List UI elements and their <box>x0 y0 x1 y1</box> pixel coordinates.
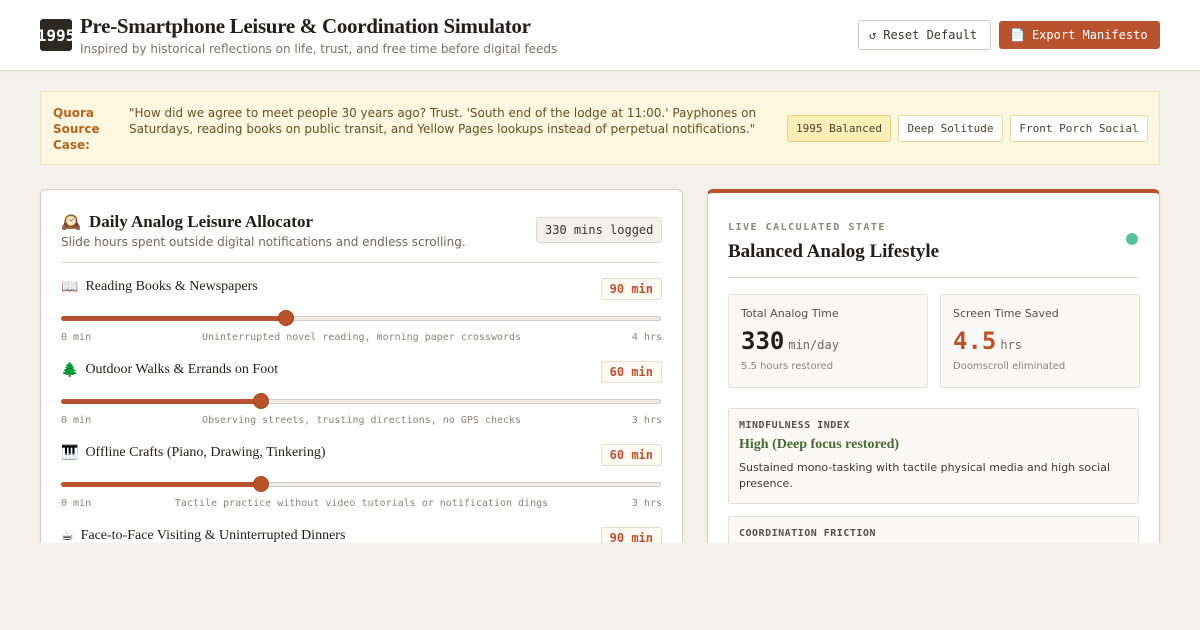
clock-icon: 🕰️ <box>61 212 81 231</box>
slider-max-label: 4 hrs <box>631 332 662 343</box>
state-eyebrow: LIVE CALCULATED STATE <box>728 222 886 233</box>
mindfulness-index-panel: MINDFULNESS INDEX High (Deep focus resto… <box>728 408 1139 504</box>
activity-offline-crafts: 🎹 Offline Crafts (Piano, Drawing, Tinker… <box>61 444 662 525</box>
slider-min-label: 0 min <box>61 415 92 426</box>
activity-name: Offline Crafts (Piano, Drawing, Tinkerin… <box>85 445 326 460</box>
export-manifesto-label: Export Manifesto <box>1031 28 1148 42</box>
reset-default-button[interactable]: ↺ Reset Default <box>858 20 991 50</box>
activity-value-badge: 90 min <box>600 278 662 300</box>
stat-unit: min/day <box>788 338 839 352</box>
activity-name: Reading Books & Newspapers <box>85 279 258 294</box>
preset-1995-balanced-button[interactable]: 1995 Balanced <box>787 115 891 142</box>
quote-text: "How did we agree to meet people 30 year… <box>129 106 757 136</box>
activity-label: 📖 Reading Books & Newspapers <box>61 279 258 295</box>
live-state-card: LIVE CALCULATED STATE Balanced Analog Li… <box>707 189 1160 589</box>
app-header: 1995 Pre-Smartphone Leisure & Coordinati… <box>0 0 1200 71</box>
stat-note: 5.5 hours restored <box>741 361 834 372</box>
tree-icon: 🌲 <box>61 362 79 378</box>
slider-scale: Observing streets, trusting directions, … <box>61 415 662 427</box>
mindfulness-eyebrow: MINDFULNESS INDEX <box>739 420 850 431</box>
app-subtitle: Inspired by historical reflections on li… <box>80 42 558 56</box>
slider-thumb[interactable] <box>253 393 269 409</box>
app-logo: 1995 <box>40 19 72 51</box>
stat-unit: hrs <box>1000 338 1023 352</box>
stat-note: Doomscroll eliminated <box>953 361 1066 372</box>
activity-name: Face-to-Face Visiting & Uninterrupted Di… <box>80 528 346 543</box>
minutes-logged-badge: 330 mins logged <box>536 217 663 243</box>
slider-max-label: 3 hrs <box>631 415 662 426</box>
total-analog-time-stat: Total Analog Time 330 min/day 5.5 hours … <box>728 294 928 388</box>
friction-eyebrow: COORDINATION FRICTION <box>739 528 876 539</box>
slider-min-label: 0 min <box>61 498 92 509</box>
slider-fill <box>61 316 286 321</box>
state-title: Balanced Analog Lifestyle <box>728 241 940 262</box>
slider-scale: Uninterrupted novel reading, morning pap… <box>61 332 662 344</box>
app-title: Pre-Smartphone Leisure & Coordination Si… <box>80 14 531 38</box>
activity-description: Uninterrupted novel reading, morning pap… <box>201 332 522 343</box>
reset-default-label: Reset Default <box>883 28 978 42</box>
activity-label: 🌲 Outdoor Walks & Errands on Foot <box>61 362 278 378</box>
slider-thumb[interactable] <box>278 310 294 326</box>
slider-thumb[interactable] <box>253 476 269 492</box>
stat-value: 4.5 hrs <box>953 327 1022 355</box>
screen-time-saved-stat: Screen Time Saved 4.5 hrs Doomscroll eli… <box>940 294 1140 388</box>
activity-description: Tactile practice without video tutorials… <box>174 498 549 509</box>
preset-front-porch-social-button[interactable]: Front Porch Social <box>1010 115 1148 142</box>
leisure-allocator-card: 🕰️ Daily Analog Leisure Allocator Slide … <box>40 189 683 589</box>
activity-label: ☕ Face-to-Face Visiting & Uninterrupted … <box>61 528 345 544</box>
activity-value-badge: 60 min <box>600 361 662 383</box>
reset-icon: ↺ <box>869 28 877 42</box>
allocator-subtitle: Slide hours spent outside digital notifi… <box>61 235 466 249</box>
slider-min-label: 0 min <box>61 332 92 343</box>
slider-max-label: 3 hrs <box>631 498 662 509</box>
status-indicator-dot <box>1126 233 1138 245</box>
state-divider <box>728 277 1139 278</box>
coffee-icon: ☕ <box>61 528 74 544</box>
quote-source-label: Quora Source Case: <box>53 106 100 152</box>
activity-label: 🎹 Offline Crafts (Piano, Drawing, Tinker… <box>61 445 326 461</box>
activity-outdoor-walks: 🌲 Outdoor Walks & Errands on Foot 60 min… <box>61 361 662 442</box>
stat-number: 4.5 <box>953 327 997 355</box>
stat-value: 330 min/day <box>741 327 839 355</box>
activity-name: Outdoor Walks & Errands on Foot <box>85 362 279 377</box>
slider-fill <box>61 482 261 487</box>
activity-description: Observing streets, trusting directions, … <box>201 415 522 426</box>
activity-value-badge: 60 min <box>600 444 662 466</box>
piano-icon: 🎹 <box>61 445 79 461</box>
allocator-divider <box>61 262 662 263</box>
export-manifesto-button[interactable]: 📄 Export Manifesto <box>999 21 1160 49</box>
slider-fill <box>61 399 261 404</box>
stat-label: Total Analog Time <box>741 307 839 320</box>
allocator-title: Daily Analog Leisure Allocator <box>89 212 313 231</box>
source-quote-banner: Quora Source Case: "How did we agree to … <box>40 91 1160 165</box>
stat-label: Screen Time Saved <box>953 307 1059 320</box>
slider-scale: Tactile practice without video tutorials… <box>61 498 662 510</box>
book-icon: 📖 <box>61 279 79 295</box>
mindfulness-description: Sustained mono-tasking with tactile phys… <box>739 461 1111 490</box>
mindfulness-value: High (Deep focus restored) <box>739 437 900 452</box>
page-background-lower <box>0 543 1200 630</box>
activity-reading: 📖 Reading Books & Newspapers 90 min Unin… <box>61 278 662 359</box>
document-icon: 📄 <box>1010 28 1025 42</box>
preset-deep-solitude-button[interactable]: Deep Solitude <box>898 115 1003 142</box>
stat-number: 330 <box>741 327 785 355</box>
